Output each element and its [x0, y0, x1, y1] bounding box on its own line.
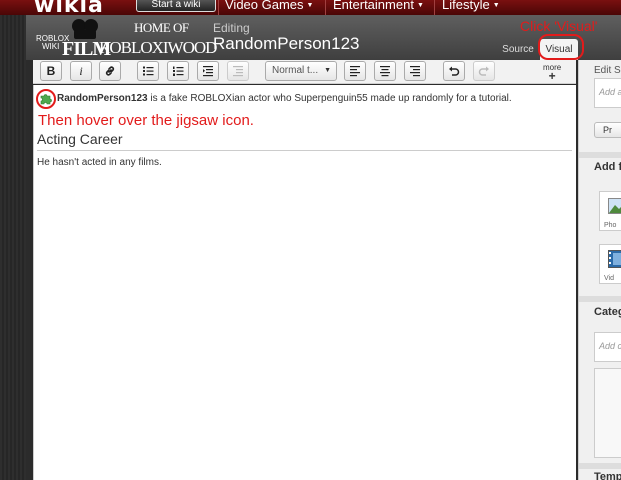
intro-bold: RandomPerson123	[57, 93, 148, 104]
annotation-circle-visual	[538, 34, 584, 60]
plus-icon: +	[548, 69, 556, 83]
intro-paragraph: RandomPerson123 is a fake ROBLOXian acto…	[57, 93, 512, 104]
nav-item-label: Video Games	[225, 0, 304, 12]
annotation-hover-jigsaw: Then hover over the jigsaw icon.	[38, 112, 254, 129]
caret-down-icon: ▼	[306, 2, 314, 10]
logo-text-wiki: WIKI	[42, 42, 60, 51]
video-tile-label: Vid	[604, 275, 614, 282]
numbered-list-icon	[173, 66, 184, 76]
heading-divider	[37, 150, 572, 151]
align-center-icon	[380, 66, 390, 77]
bold-button[interactable]: B	[40, 61, 62, 81]
editor-area[interactable]: RandomPerson123 is a fake ROBLOXian acto…	[33, 85, 576, 480]
align-right-icon	[410, 66, 420, 77]
undo-button[interactable]	[443, 61, 465, 81]
nav-separator	[218, 0, 219, 15]
category-input[interactable]: Add c	[594, 332, 621, 362]
nav-separator	[325, 0, 326, 15]
edit-summary-label: Edit Su	[594, 65, 621, 76]
annotation-circle-jigsaw	[36, 89, 56, 109]
category-list	[594, 368, 621, 458]
caret-down-icon: ▼	[416, 2, 424, 10]
add-features-title: Add f	[594, 161, 621, 173]
rail-divider	[579, 296, 621, 302]
annotation-click-visual: Click 'Visual'	[520, 18, 598, 34]
video-tile[interactable]: Vid	[599, 244, 621, 284]
nav-item-label: Entertainment	[333, 0, 414, 12]
start-wiki-button[interactable]: Start a wiki	[136, 0, 216, 12]
editing-label: Editing	[213, 21, 250, 35]
bulleted-list-icon	[143, 66, 154, 76]
rail-divider	[579, 463, 621, 469]
nav-item-video-games[interactable]: Video Games ▼	[225, 0, 313, 12]
align-right-button[interactable]	[404, 61, 426, 81]
outdent-icon	[233, 66, 243, 77]
categories-title: Categ	[594, 306, 621, 318]
intro-text: is a fake ROBLOXian actor who Superpengu…	[147, 93, 512, 104]
align-left-icon	[350, 66, 360, 77]
italic-button[interactable]: i	[70, 61, 92, 81]
wiki-logo[interactable]: ROBLOX WIKI FILM HOME OF ROBLOXIWOOD	[36, 18, 217, 60]
undo-icon	[449, 66, 460, 76]
templates-title: Temp	[594, 471, 621, 480]
format-select-value: Normal t...	[272, 65, 319, 76]
link-button[interactable]	[99, 61, 121, 81]
section-heading: Acting Career	[37, 131, 123, 147]
nav-item-entertainment[interactable]: Entertainment ▼	[333, 0, 424, 12]
preview-button[interactable]: Pr	[594, 122, 621, 138]
body-paragraph: He hasn't acted in any films.	[37, 157, 162, 168]
caret-down-icon: ▼	[492, 2, 500, 10]
nav-item-label: Lifestyle	[442, 0, 490, 12]
indent-button[interactable]	[197, 61, 219, 81]
nav-item-lifestyle[interactable]: Lifestyle ▼	[442, 0, 500, 12]
logo-text-home-of: HOME OF	[134, 20, 189, 35]
nav-separator	[434, 0, 435, 15]
logo-text-robloxiwood: ROBLOXIWOOD	[99, 38, 217, 57]
editor-toolbar: B i Normal t... ▼ more +	[33, 60, 576, 84]
outdent-button[interactable]	[227, 61, 249, 81]
photo-tile[interactable]: Pho	[599, 191, 621, 231]
align-left-button[interactable]	[344, 61, 366, 81]
page-title: RandomPerson123	[213, 34, 360, 53]
edit-summary-input[interactable]: Add a	[594, 78, 621, 108]
global-nav: wikia Start a wiki Video Games ▼ Entertai…	[0, 0, 621, 15]
video-icon	[608, 250, 621, 268]
wikia-logo[interactable]: wikia	[34, 0, 104, 15]
indent-icon	[203, 66, 213, 77]
chevron-down-icon: ▼	[324, 67, 331, 74]
photo-tile-label: Pho	[604, 222, 617, 229]
photo-icon	[608, 198, 621, 214]
redo-icon	[478, 66, 489, 76]
link-icon	[105, 66, 115, 76]
format-select[interactable]: Normal t... ▼	[265, 61, 337, 81]
numbered-list-button[interactable]	[167, 61, 189, 81]
align-center-button[interactable]	[374, 61, 396, 81]
rail-divider	[579, 152, 621, 158]
page-background	[0, 15, 26, 480]
redo-button[interactable]	[473, 61, 495, 81]
more-button[interactable]: more +	[543, 63, 561, 83]
tab-source[interactable]: Source	[500, 39, 536, 60]
right-rail: Edit Su Add a Pr Add f Pho Vid Categ Add…	[578, 60, 621, 480]
bulleted-list-button[interactable]	[137, 61, 159, 81]
